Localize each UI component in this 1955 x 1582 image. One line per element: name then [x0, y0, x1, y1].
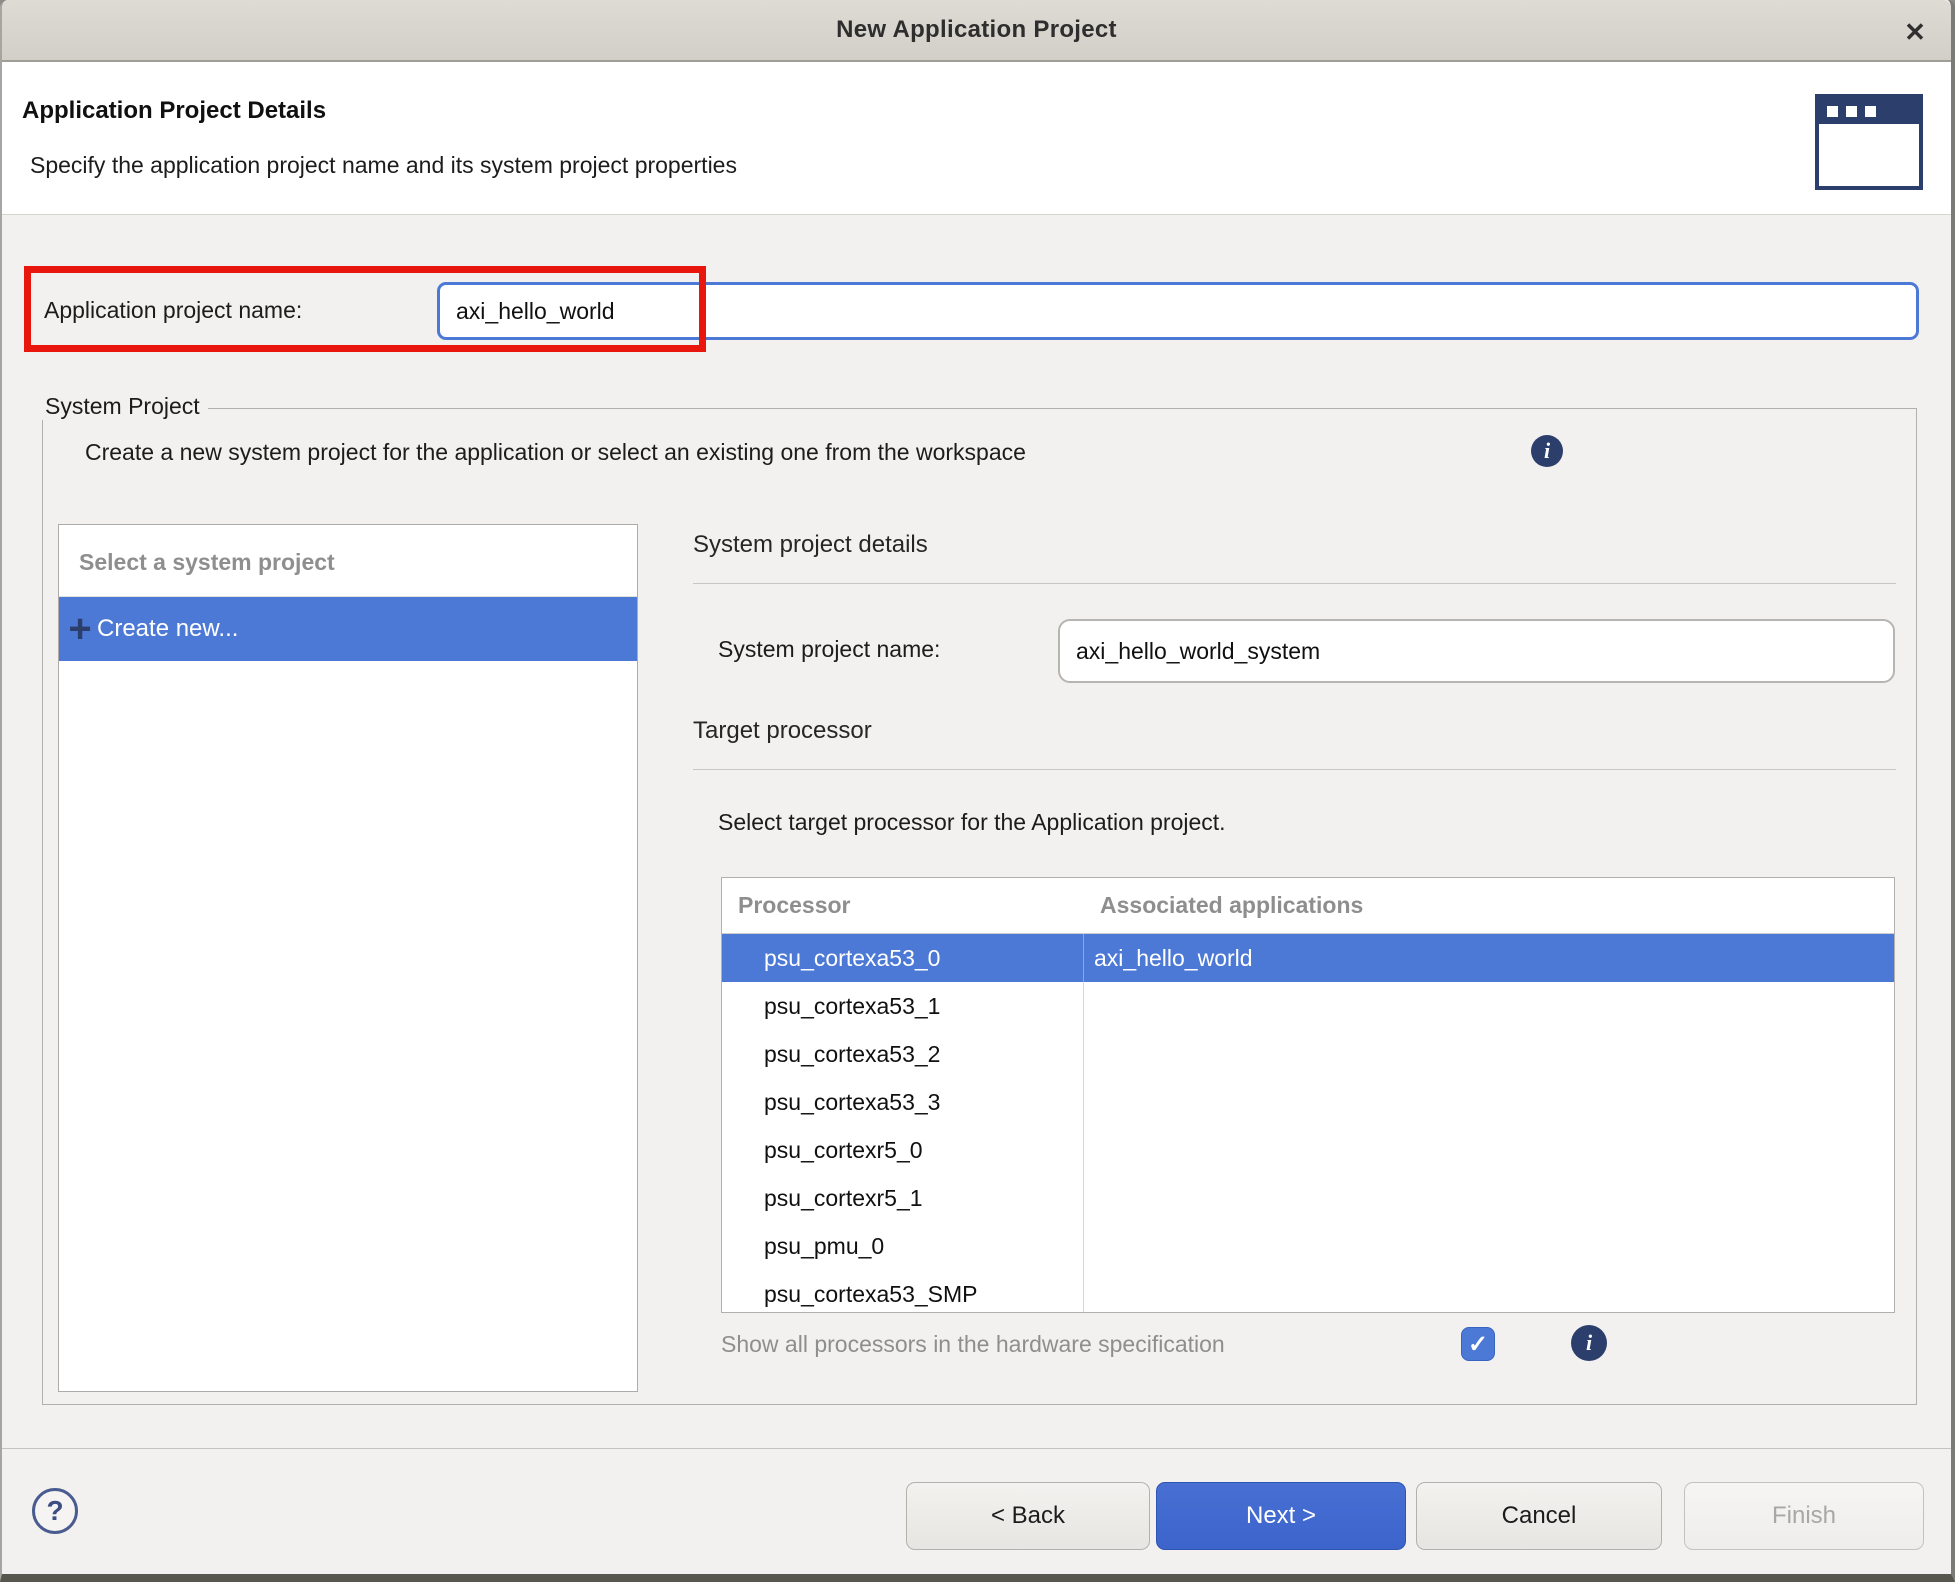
system-project-name-input[interactable]	[1058, 619, 1895, 683]
processor-table-body: psu_cortexa53_0 axi_hello_world psu_cort…	[722, 934, 1894, 1313]
wizard-window-icon	[1815, 94, 1923, 190]
processor-cell: psu_cortexa53_3	[722, 1078, 1084, 1126]
system-project-legend: System Project	[37, 393, 208, 420]
system-project-name-label: System project name:	[718, 636, 940, 663]
finish-button[interactable]: Finish	[1684, 1482, 1924, 1550]
processor-table-header: Processor Associated applications	[722, 878, 1894, 934]
list-item-create-new[interactable]: + Create new...	[59, 597, 637, 661]
title-bar[interactable]: New Application Project ✕	[2, 0, 1951, 62]
dialog-header: Application Project Details Specify the …	[2, 62, 1951, 215]
show-all-processors-label: Show all processors in the hardware spec…	[721, 1331, 1225, 1358]
processor-cell: psu_cortexa53_2	[722, 1030, 1084, 1078]
details-separator	[693, 583, 1896, 584]
system-project-list: Select a system project + Create new...	[58, 524, 638, 1392]
processor-cell: psu_cortexr5_1	[722, 1174, 1084, 1222]
processor-cell: psu_cortexa53_0	[722, 934, 1084, 982]
table-row[interactable]: psu_pmu_0	[722, 1222, 1894, 1270]
system-project-list-header: Select a system project	[59, 525, 637, 597]
table-row[interactable]: psu_cortexa53_3	[722, 1078, 1894, 1126]
dialog-title: New Application Project	[836, 16, 1117, 44]
application-project-name-label: Application project name:	[44, 297, 302, 324]
table-row[interactable]: psu_cortexr5_0	[722, 1126, 1894, 1174]
column-header-associated-applications: Associated applications	[1084, 892, 1894, 919]
page-title: Application Project Details	[22, 97, 326, 125]
page-subtitle: Specify the application project name and…	[30, 152, 737, 179]
list-item-label: Create new...	[97, 615, 238, 643]
table-row[interactable]: psu_cortexa53_2	[722, 1030, 1894, 1078]
associated-applications-cell: axi_hello_world	[1084, 945, 1894, 972]
wizard-window-icon-titlebar	[1819, 98, 1919, 124]
processor-cell: psu_cortexa53_1	[722, 982, 1084, 1030]
plus-icon: +	[63, 612, 97, 646]
table-row[interactable]: psu_cortexa53_1	[722, 982, 1894, 1030]
processor-cell: psu_cortexa53_SMP	[722, 1270, 1084, 1313]
column-header-processor: Processor	[722, 892, 1084, 919]
info-icon[interactable]: i	[1531, 435, 1563, 467]
processor-cell: psu_cortexr5_0	[722, 1126, 1084, 1174]
info-icon[interactable]: i	[1571, 1325, 1607, 1361]
table-row[interactable]: psu_cortexa53_SMP	[722, 1270, 1894, 1313]
back-button[interactable]: < Back	[906, 1482, 1150, 1550]
system-project-details-heading: System project details	[693, 531, 928, 559]
table-row[interactable]: psu_cortexr5_1	[722, 1174, 1894, 1222]
system-project-groupbox: System Project Create a new system proje…	[42, 408, 1917, 1405]
show-all-processors-checkbox[interactable]: ✓	[1461, 1327, 1495, 1361]
target-separator	[693, 769, 1896, 770]
footer-separator	[2, 1448, 1951, 1449]
help-icon[interactable]: ?	[32, 1488, 78, 1534]
table-row[interactable]: psu_cortexa53_0 axi_hello_world	[722, 934, 1894, 982]
cancel-button[interactable]: Cancel	[1416, 1482, 1662, 1550]
processor-cell: psu_pmu_0	[722, 1222, 1084, 1270]
application-project-name-input[interactable]	[437, 282, 1919, 340]
close-icon[interactable]: ✕	[1897, 14, 1933, 50]
target-processor-instruction: Select target processor for the Applicat…	[718, 809, 1226, 836]
processor-table: Processor Associated applications psu_co…	[721, 877, 1895, 1313]
next-button[interactable]: Next >	[1156, 1482, 1406, 1550]
system-project-description: Create a new system project for the appl…	[85, 439, 1026, 466]
new-application-project-dialog: New Application Project ✕ Application Pr…	[0, 0, 1955, 1582]
target-processor-heading: Target processor	[693, 717, 872, 745]
